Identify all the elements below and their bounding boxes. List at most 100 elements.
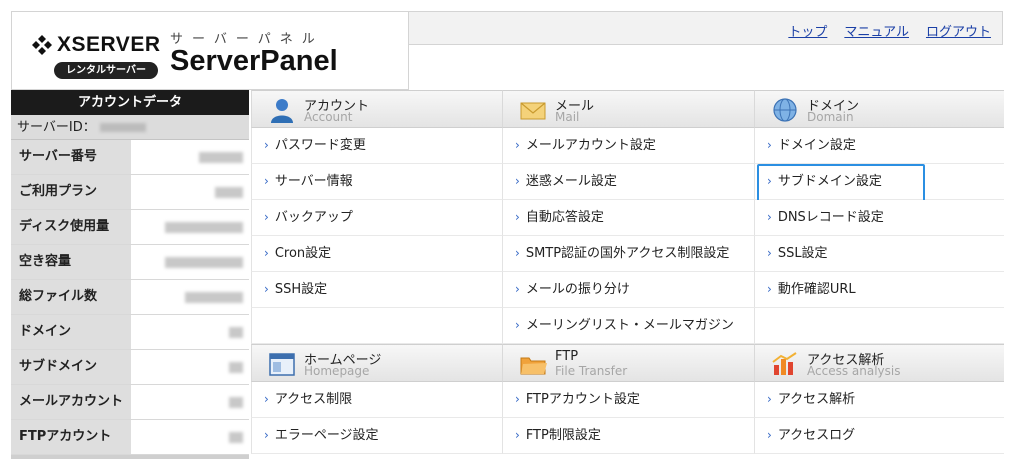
arrow-icon: › [767, 282, 772, 296]
redacted-value [131, 315, 249, 349]
menu-item-domain-settings[interactable]: › ドメイン設定 [754, 128, 1004, 164]
redacted-value [131, 385, 249, 419]
sidebar-row: サブドメイン [11, 350, 249, 385]
top-nav-bar: トップ マニュアル ログアウト [409, 11, 1003, 45]
menu-item-access-log[interactable]: › アクセスログ [754, 418, 1004, 454]
menu-item-label: FTP制限設定 [525, 428, 601, 443]
menu-item-label: エラーページ設定 [274, 428, 379, 443]
menu-item-label: 動作確認URL [777, 282, 856, 297]
arrow-icon: › [515, 392, 520, 406]
menu-item-password[interactable]: › パスワード変更 [251, 128, 502, 164]
arrow-icon: › [264, 210, 269, 224]
sidebar-row: ご利用プラン [11, 175, 249, 210]
arrow-icon: › [515, 246, 520, 260]
manual-link[interactable]: マニュアル [844, 21, 909, 40]
redacted-value [131, 245, 249, 279]
redacted-value [131, 210, 249, 244]
menu-item-label: SMTP認証の国外アクセス制限設定 [525, 246, 730, 261]
menu-item-subdomain-settings[interactable]: › サブドメイン設定 [754, 164, 1004, 202]
menu-item-label: バックアップ [274, 210, 353, 225]
logout-link[interactable]: ログアウト [926, 21, 991, 40]
redacted-value [131, 175, 249, 209]
menu-item-label: 迷惑メール設定 [525, 174, 617, 189]
sidebar-title: アカウントデータ [11, 90, 249, 115]
menu-item-backup[interactable]: › バックアップ [251, 200, 502, 236]
menu-item-ftp-restriction[interactable]: › FTP制限設定 [502, 418, 754, 454]
section-subtitle: Domain [807, 110, 854, 124]
menu-item-ssh[interactable]: › SSH設定 [251, 272, 502, 308]
menu-item-ftp-account[interactable]: › FTPアカウント設定 [502, 382, 754, 418]
menu-item-label: Cron設定 [274, 246, 332, 261]
bar-chart-icon [772, 352, 797, 375]
sidebar-row: サーバー番号 [11, 140, 249, 175]
arrow-icon: › [264, 428, 269, 442]
arrow-icon: › [264, 138, 269, 152]
menu-item-label: メーリングリスト・メールマガジン [525, 318, 734, 333]
arrow-icon: › [264, 246, 269, 260]
sidebar-row: FTPアカウント [11, 420, 249, 455]
section-subtitle: Account [304, 110, 353, 124]
menu-item-mail-account[interactable]: › メールアカウント設定 [502, 128, 754, 164]
sidebar-row-label: メールアカウント [11, 385, 131, 419]
arrow-icon: › [515, 318, 520, 332]
brand-name: XSERVER [57, 33, 161, 56]
menu-column: メール Mail › メールアカウント設定 › 迷惑メール設定 › 自動応答設定 › S… [502, 90, 754, 454]
redacted-value [131, 420, 249, 454]
redacted-value [131, 140, 249, 174]
menu-item-ssl[interactable]: › SSL設定 [754, 236, 1004, 272]
arrow-icon: › [264, 282, 269, 296]
menu-item-label: メールの振り分け [525, 282, 630, 297]
menu-item-test-url[interactable]: › 動作確認URL [754, 272, 1004, 308]
menu-item-mail-filter[interactable]: › メールの振り分け [502, 272, 754, 308]
menu-item-label: メールアカウント設定 [525, 138, 656, 153]
menu-item-error-page[interactable]: › エラーページ設定 [251, 418, 502, 454]
arrow-icon: › [515, 174, 520, 188]
sidebar-row-label: サーバー番号 [11, 140, 131, 174]
top-link[interactable]: トップ [788, 21, 827, 40]
top-links: トップ マニュアル ログアウト [788, 21, 991, 40]
section-subtitle: Access analysis [807, 364, 901, 378]
menu-item-access-restriction[interactable]: › アクセス制限 [251, 382, 502, 418]
section-ftp: FTP File Transfer [502, 344, 754, 382]
sidebar-row: ドメイン [11, 315, 249, 350]
section-domain: ドメイン Domain [754, 90, 1004, 128]
menu-item-label: DNSレコード設定 [777, 210, 884, 225]
menu-item-label: ドメイン設定 [777, 138, 856, 153]
menu-item-auto-reply[interactable]: › 自動応答設定 [502, 200, 754, 236]
sidebar-row-label: 総ファイル数 [11, 280, 131, 314]
menu-item-server-info[interactable]: › サーバー情報 [251, 164, 502, 200]
menu-item-mailing-list[interactable]: › メーリングリスト・メールマガジン [502, 308, 754, 344]
empty-cell [754, 308, 1004, 344]
user-icon [271, 99, 293, 123]
redacted-value [131, 350, 249, 384]
menu-item-label: アクセスログ [777, 428, 856, 443]
menu-item-dns-record[interactable]: › DNSレコード設定 [754, 200, 1004, 236]
arrow-icon: › [767, 246, 772, 260]
menu-item-label: FTPアカウント設定 [525, 392, 640, 407]
redacted-value [99, 123, 146, 132]
sidebar-row-label: FTPアカウント [11, 420, 131, 454]
brand-tag: レンタルサーバー [54, 62, 158, 79]
menu-item-smtp-restriction[interactable]: › SMTP認証の国外アクセス制限設定 [502, 236, 754, 272]
section-subtitle: Mail [555, 110, 580, 124]
arrow-icon: › [767, 392, 772, 406]
menu-item-spam[interactable]: › 迷惑メール設定 [502, 164, 754, 200]
arrow-icon: › [767, 174, 772, 188]
section-account: アカウント Account [251, 90, 502, 128]
menu-column: ドメイン Domain › ドメイン設定 › サブドメイン設定 › DNSレコード設定… [754, 90, 1004, 454]
arrow-icon: › [515, 428, 520, 442]
menu-item-label: サーバー情報 [274, 174, 353, 189]
sidebar-row: 総ファイル数 [11, 280, 249, 315]
menu-item-access-analysis[interactable]: › アクセス解析 [754, 382, 1004, 418]
globe-icon [773, 98, 797, 122]
envelope-icon [520, 102, 546, 120]
arrow-icon: › [767, 428, 772, 442]
sidebar-row: ディスク使用量 [11, 210, 249, 245]
menu-item-label: サブドメイン設定 [777, 174, 882, 189]
menu-item-cron[interactable]: › Cron設定 [251, 236, 502, 272]
account-data-sidebar: アカウントデータ サーバーID： サーバー番号 ご利用プラン ディスク使用量 空… [11, 90, 249, 459]
section-homepage: ホームページ Homepage [251, 344, 502, 382]
sidebar-row-label: ドメイン [11, 315, 131, 349]
redacted-value [131, 280, 249, 314]
section-mail: メール Mail [502, 90, 754, 128]
